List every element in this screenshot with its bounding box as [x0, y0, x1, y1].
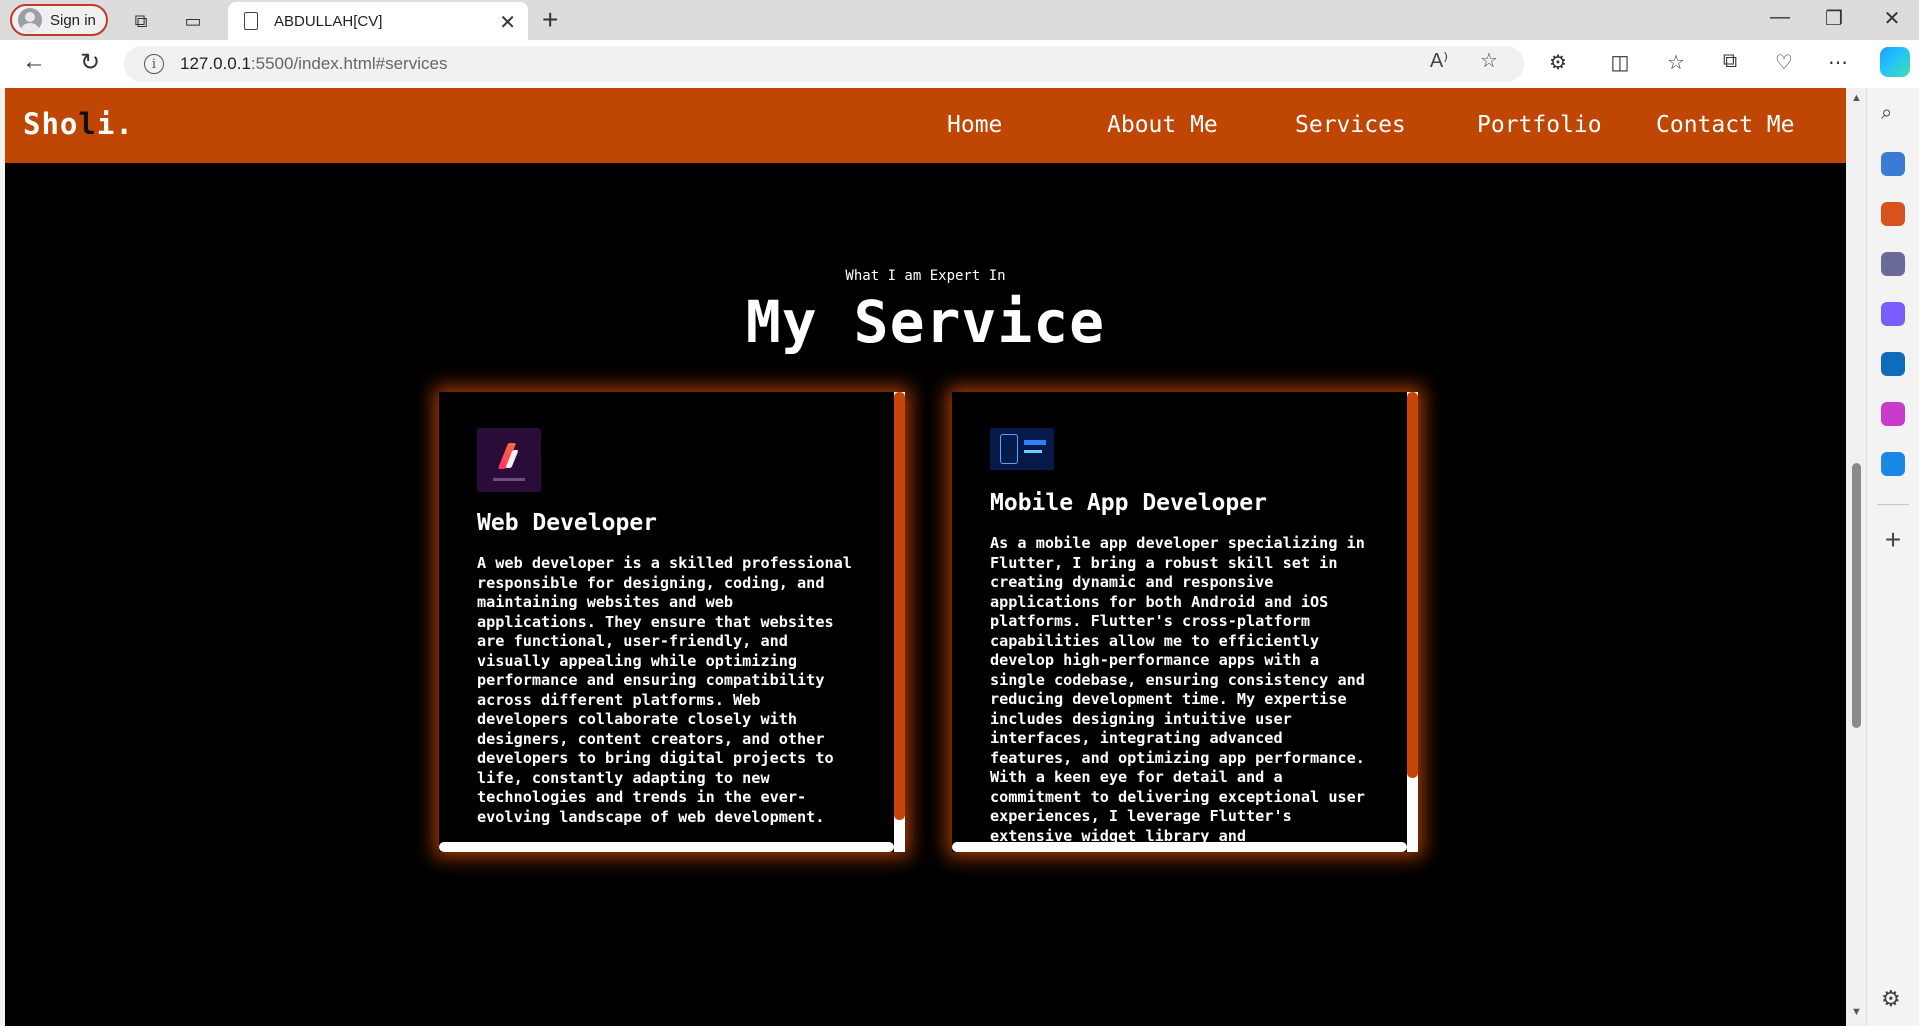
tools-icon[interactable] — [1881, 202, 1905, 226]
address-bar[interactable]: i 127.0.0.1:5500/index.html#services A⁾ … — [124, 46, 1524, 82]
send-icon[interactable] — [1881, 452, 1905, 476]
extensions-icon[interactable]: ⚙ — [1542, 50, 1574, 75]
sign-in-label: Sign in — [50, 11, 96, 29]
scroll-up-icon[interactable]: ▲ — [1851, 92, 1862, 104]
service-card-web: Web Developer A web developer is a skill… — [439, 392, 905, 852]
games-icon[interactable] — [1881, 252, 1905, 276]
back-icon[interactable]: ← — [18, 48, 50, 76]
scroll-down-icon[interactable]: ▼ — [1851, 1006, 1862, 1018]
profile-avatar-icon — [18, 8, 42, 32]
card-horizontal-scrollbar[interactable] — [439, 842, 894, 852]
more-menu-icon[interactable]: ⋯ — [1822, 50, 1854, 75]
service-card-mobile: Mobile App Developer As a mobile app dev… — [952, 392, 1418, 852]
logo-part-2: l — [78, 107, 97, 141]
card-vertical-scrollbar[interactable] — [894, 392, 905, 852]
page-viewport: Sholi. Home About Me Services Portfolio … — [5, 88, 1846, 1026]
outlook-icon[interactable] — [1881, 352, 1905, 376]
refresh-icon[interactable]: ↻ — [74, 48, 106, 77]
split-screen-icon[interactable]: ◫ — [1604, 50, 1636, 75]
site-info-icon[interactable]: i — [144, 54, 164, 74]
nav-contact-me[interactable]: Contact Me — [1656, 112, 1794, 138]
section-subtitle: What I am Expert In — [845, 268, 1006, 284]
page-scrollbar[interactable]: ▲ ▼ — [1846, 88, 1866, 1026]
url-host: 127.0.0.1 — [180, 54, 251, 73]
workspaces-icon[interactable]: ⧉ — [128, 8, 154, 34]
active-tab[interactable]: ABDULLAH[CV] ✕ — [228, 2, 528, 40]
logo-part-3: i. — [96, 107, 134, 141]
service-card-title: Web Developer — [477, 510, 658, 536]
site-logo[interactable]: Sholi. — [23, 107, 134, 141]
mobile-app-thumbnail — [990, 428, 1054, 470]
card-scroll-thumb[interactable] — [894, 392, 905, 820]
nav-about-me[interactable]: About Me — [1107, 112, 1218, 138]
browser-essentials-icon[interactable]: ♡ — [1768, 50, 1800, 75]
new-tab-icon[interactable]: + — [542, 4, 558, 36]
browser-tab-bar: Sign in ⧉ ▭ ABDULLAH[CV] ✕ + — ❐ ✕ — [0, 0, 1919, 40]
url-path: :5500/index.html#services — [250, 54, 448, 73]
copilot-icon[interactable] — [1880, 47, 1910, 77]
add-sidebar-app-icon[interactable]: + — [1881, 526, 1905, 554]
site-navbar: Sholi. Home About Me Services Portfolio … — [5, 88, 1846, 163]
service-card-text: A web developer is a skilled professiona… — [477, 554, 852, 826]
close-window-icon[interactable]: ✕ — [1872, 6, 1912, 31]
shopping-tag-icon[interactable] — [1881, 152, 1905, 176]
card-horizontal-scrollbar[interactable] — [952, 842, 1407, 852]
service-card-content: Mobile App Developer As a mobile app dev… — [990, 428, 1370, 846]
card-vertical-scrollbar[interactable] — [1407, 392, 1418, 852]
restore-icon[interactable]: ❐ — [1814, 6, 1854, 31]
search-icon[interactable]: ⌕ — [1881, 102, 1905, 126]
close-tab-icon[interactable]: ✕ — [499, 10, 516, 35]
web-developer-thumbnail — [477, 428, 541, 492]
sidebar-divider — [1877, 504, 1909, 505]
service-card-text: As a mobile app developer specializing i… — [990, 534, 1365, 845]
edge-sidebar: ⌕ + ⚙ — [1866, 88, 1919, 1026]
service-card-title: Mobile App Developer — [990, 490, 1267, 516]
service-card-content: Web Developer A web developer is a skill… — [477, 428, 857, 827]
page-scroll-thumb[interactable] — [1852, 463, 1861, 728]
logo-part-1: Sho — [23, 107, 79, 141]
favorites-icon[interactable]: ☆ — [1660, 50, 1692, 75]
tab-actions-icon[interactable]: ▭ — [180, 8, 206, 34]
favorite-star-icon[interactable]: ☆ — [1474, 48, 1504, 73]
read-aloud-icon[interactable]: A⁾ — [1424, 48, 1454, 73]
microsoft-365-icon[interactable] — [1881, 302, 1905, 326]
nav-portfolio[interactable]: Portfolio — [1477, 112, 1602, 138]
page-document-icon — [244, 12, 258, 30]
address-toolbar: ← ↻ i 127.0.0.1:5500/index.html#services… — [0, 40, 1919, 88]
section-title: My Service — [745, 288, 1106, 356]
tab-title: ABDULLAH[CV] — [274, 12, 383, 30]
nav-services[interactable]: Services — [1295, 112, 1406, 138]
designer-icon[interactable] — [1881, 402, 1905, 426]
collections-icon[interactable]: ⧉ — [1714, 50, 1746, 73]
nav-home[interactable]: Home — [947, 112, 1002, 138]
card-scroll-thumb[interactable] — [1407, 392, 1418, 778]
minimize-icon[interactable]: — — [1760, 6, 1800, 29]
settings-gear-icon[interactable]: ⚙ — [1881, 986, 1901, 1012]
sign-in-button[interactable]: Sign in — [10, 4, 108, 36]
